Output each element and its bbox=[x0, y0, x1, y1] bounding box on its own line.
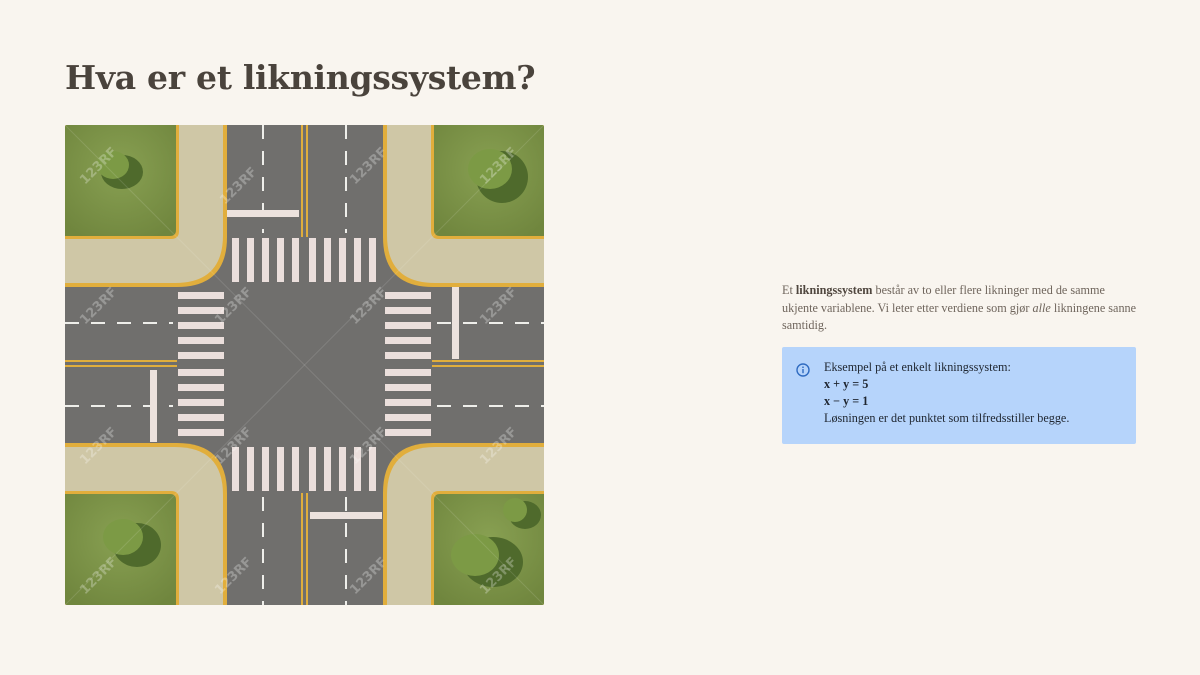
callout-conclusion: Løsningen er det punktet som tilfredssti… bbox=[824, 411, 1070, 425]
intersection-illustration: 123RF 123RF 123RF 123RF 123RF 123RF 123R… bbox=[65, 125, 544, 605]
example-callout: Eksempel på et enkelt likningssystem: x … bbox=[782, 347, 1136, 444]
intro-lead: Et bbox=[782, 283, 796, 297]
callout-text: Eksempel på et enkelt likningssystem: x … bbox=[824, 359, 1069, 427]
intro-emphasis: alle bbox=[1032, 300, 1051, 315]
intro-term: likningssystem bbox=[795, 283, 873, 297]
page-title: Hva er et likningssystem? bbox=[65, 58, 536, 97]
intro-paragraph: Et likningssystem består av to eller fle… bbox=[782, 282, 1137, 335]
callout-heading: Eksempel på et enkelt likningssystem: bbox=[824, 360, 1011, 374]
info-icon bbox=[796, 363, 810, 377]
equation-2: x − y = 1 bbox=[824, 394, 869, 408]
equation-1: x + y = 5 bbox=[824, 377, 869, 391]
